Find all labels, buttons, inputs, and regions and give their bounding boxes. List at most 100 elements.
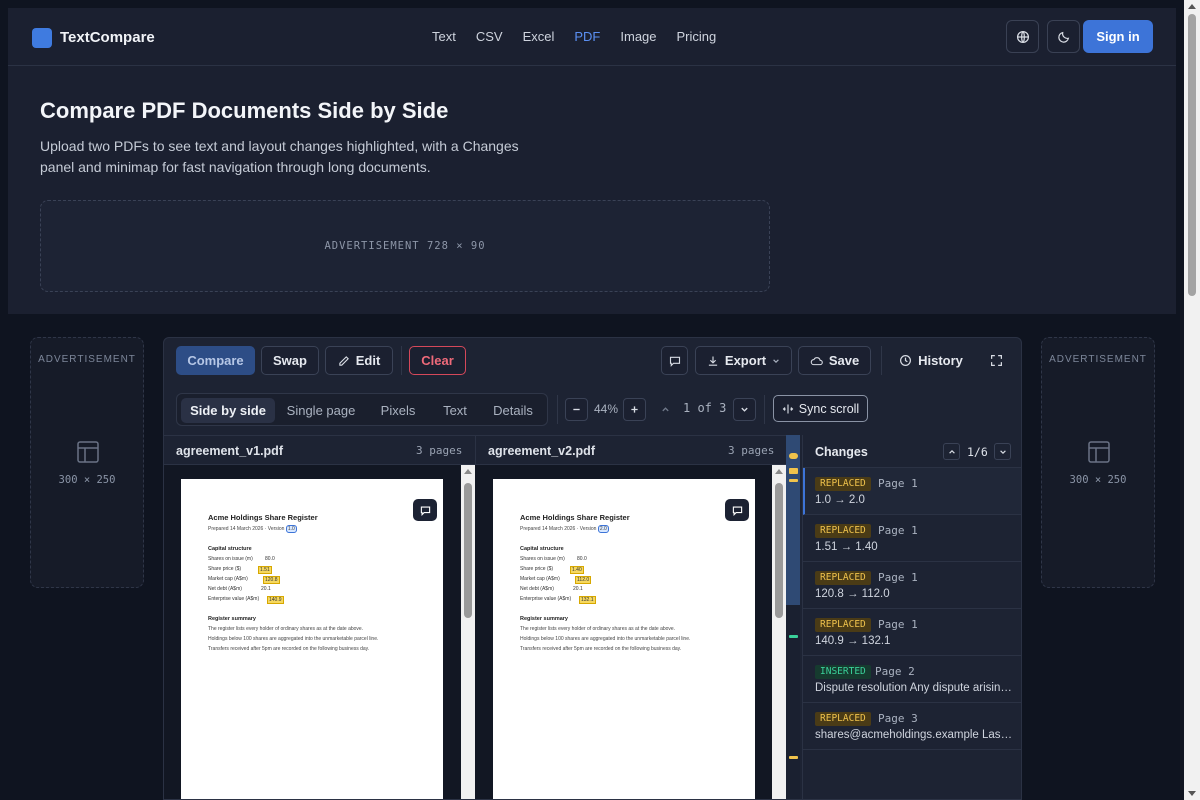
scrollbar-left[interactable] — [461, 465, 475, 799]
toolbar-divider — [557, 395, 558, 424]
doc-prepared-text: Prepared 14 March 2026 · Version — [520, 526, 597, 532]
tab-single-page[interactable]: Single page — [281, 398, 361, 423]
changed-version[interactable]: 1.0 — [285, 525, 297, 533]
pdf-viewer-right[interactable]: Acme Holdings Share Register Prepared 14… — [475, 465, 772, 799]
change-item[interactable]: REPLACED Page 1 140.9 → 132.1 — [803, 609, 1021, 656]
ad-right-label: ADVERTISEMENT — [1049, 354, 1147, 365]
change-item[interactable]: INSERTED Page 2 Dispute resolution Any d… — [803, 656, 1021, 703]
prev-change-button[interactable] — [943, 443, 960, 460]
doc-row-label: Net debt (A$m) — [520, 586, 554, 592]
doc-row-label: Enterprise value (A$m) — [208, 596, 260, 602]
scroll-up-arrow[interactable] — [464, 469, 472, 474]
changed-version[interactable]: 2.0 — [597, 525, 609, 533]
scrollbar-right[interactable] — [772, 465, 786, 799]
zoom-in-button[interactable] — [623, 398, 646, 421]
export-label: Export — [724, 353, 767, 368]
minimap-viewport[interactable] — [786, 435, 800, 605]
nav-link-csv[interactable]: CSV — [476, 28, 503, 46]
comment-button[interactable] — [661, 346, 688, 375]
next-change-button[interactable] — [994, 443, 1011, 460]
minimap-marker-replaced[interactable] — [789, 468, 798, 474]
ad-right[interactable]: ADVERTISEMENT 300 × 250 — [1041, 337, 1155, 588]
nav-link-text[interactable]: Text — [432, 28, 456, 46]
save-button[interactable]: Save — [798, 346, 871, 375]
nav-link-pdf[interactable]: PDF — [574, 28, 600, 46]
scroll-down-arrow[interactable] — [1188, 791, 1196, 796]
changed-value[interactable]: 132.1 — [579, 596, 596, 604]
compare-button[interactable]: Compare — [176, 346, 255, 375]
nav-link-pricing[interactable]: Pricing — [677, 28, 717, 46]
tab-details[interactable]: Details — [487, 398, 539, 423]
doc-row: Share price ($) 1.40 — [520, 566, 740, 574]
change-page: Page 1 — [878, 477, 918, 490]
minimap-marker-replaced[interactable] — [789, 479, 798, 482]
pdf-page-right: Acme Holdings Share Register Prepared 14… — [493, 479, 755, 799]
scroll-up-arrow[interactable] — [775, 469, 783, 474]
scroll-thumb[interactable] — [1188, 14, 1196, 296]
swap-button[interactable]: Swap — [261, 346, 319, 375]
chevron-up-icon — [948, 449, 955, 454]
doc-section-heading: Capital structure — [208, 546, 252, 552]
prev-page-button[interactable] — [654, 398, 677, 421]
tab-text[interactable]: Text — [435, 398, 475, 423]
change-item[interactable]: REPLACED Page 1 1.51 → 1.40 — [803, 515, 1021, 562]
brand-name[interactable]: TextCompare — [60, 28, 155, 48]
sync-scroll-toggle[interactable]: Sync scroll — [773, 395, 868, 422]
page-indicator: 1 of 3 — [683, 401, 727, 415]
clear-button[interactable]: Clear — [409, 346, 466, 375]
sign-in-button[interactable]: Sign in — [1083, 20, 1153, 53]
ad-banner-top[interactable]: ADVERTISEMENT 728 × 90 — [40, 200, 770, 292]
change-item[interactable]: REPLACED Page 3 shares@acmeholdings.exam… — [803, 703, 1021, 750]
minus-icon — [573, 408, 580, 411]
ad-right-size: 300 × 250 — [1069, 474, 1127, 486]
scroll-thumb[interactable] — [464, 483, 472, 618]
minimap-marker-replaced[interactable] — [789, 453, 798, 459]
doc-row: Market cap (A$m) 112.0 — [520, 576, 740, 584]
nav-link-image[interactable]: Image — [620, 28, 656, 46]
doc-row: Share price ($) 1.51 — [208, 566, 428, 574]
change-page: Page 1 — [878, 524, 918, 537]
doc-line: Holdings below 100 shares are aggregated… — [520, 636, 691, 642]
change-minimap[interactable] — [786, 435, 800, 799]
doc-prepared: Prepared 14 March 2026 · Version 1.0 — [208, 525, 428, 533]
window-scrollbar[interactable] — [1184, 0, 1200, 800]
tab-side-by-side[interactable]: Side by side — [181, 398, 275, 423]
change-item[interactable]: REPLACED Page 1 120.8 → 112.0 — [803, 562, 1021, 609]
doc-section-heading: Register summary — [208, 616, 256, 622]
scroll-thumb[interactable] — [775, 483, 783, 618]
page-title: Compare PDF Documents Side by Side — [40, 98, 449, 123]
file-header-left: agreement_v1.pdf 3 pages — [164, 435, 475, 465]
nav-link-excel[interactable]: Excel — [523, 28, 555, 46]
logo-icon[interactable] — [32, 28, 52, 48]
clock-icon — [900, 355, 912, 366]
pencil-icon — [339, 355, 349, 366]
pdf-viewer-left[interactable]: Acme Holdings Share Register Prepared 14… — [164, 465, 461, 799]
tab-pixels[interactable]: Pixels — [373, 398, 423, 423]
chevron-down-icon — [741, 407, 748, 412]
fullscreen-button[interactable] — [982, 346, 1010, 375]
ad-left[interactable]: ADVERTISEMENT 300 × 250 — [30, 337, 144, 588]
export-button[interactable]: Export — [695, 346, 792, 375]
language-button[interactable] — [1006, 20, 1039, 53]
minimap-marker-replaced[interactable] — [789, 756, 798, 759]
changed-value[interactable]: 120.8 — [263, 576, 280, 584]
theme-toggle-button[interactable] — [1047, 20, 1080, 53]
edit-button[interactable]: Edit — [325, 346, 393, 375]
scroll-up-arrow[interactable] — [1188, 4, 1196, 9]
changed-value[interactable]: 112.0 — [575, 576, 592, 584]
minimap-marker-inserted[interactable] — [789, 635, 798, 638]
change-item[interactable]: REPLACED Page 1 1.0 → 2.0 — [803, 468, 1021, 515]
zoom-out-button[interactable] — [565, 398, 588, 421]
changed-value[interactable]: 1.51 — [258, 566, 272, 574]
change-text: 1.51 → 1.40 — [815, 541, 878, 553]
history-button[interactable]: History — [891, 346, 971, 375]
doc-row-label: Shares on issue (m) — [520, 556, 565, 562]
navbar: TextCompare Text CSV Excel PDF Image Pri… — [8, 8, 1176, 66]
next-page-button[interactable] — [733, 398, 756, 421]
change-text: 120.8 → 112.0 — [815, 588, 890, 600]
changed-value[interactable]: 140.9 — [267, 596, 284, 604]
moon-icon — [1057, 31, 1069, 43]
doc-row: Shares on issue (m) 80.0 — [208, 556, 428, 562]
changed-value[interactable]: 1.40 — [570, 566, 584, 574]
change-type-badge: REPLACED — [815, 712, 871, 726]
